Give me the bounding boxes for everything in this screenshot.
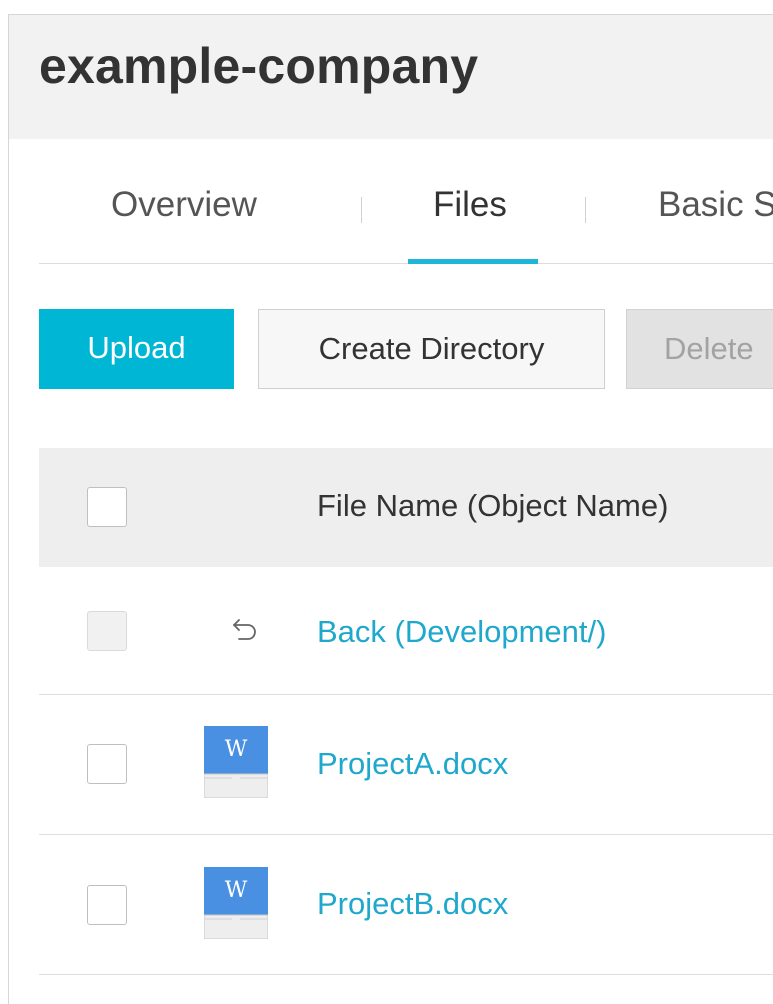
column-header-file-name: File Name (Object Name) — [317, 488, 669, 523]
tab-overview[interactable]: Overview — [111, 185, 257, 225]
table-row: W ProjectA.docx — [39, 694, 773, 835]
row-checkbox[interactable] — [87, 885, 127, 925]
back-arrow-icon — [233, 619, 256, 640]
table-header: File Name (Object Name) — [39, 448, 773, 567]
table-row: W ProjectB.docx — [39, 834, 773, 975]
active-tab-indicator — [408, 259, 538, 264]
word-document-icon: W — [204, 867, 268, 939]
tab-files[interactable]: Files — [433, 185, 507, 225]
word-document-icon: W — [204, 726, 268, 798]
page-title: example-company — [39, 38, 479, 94]
tab-divider — [585, 197, 586, 223]
tab-divider — [361, 197, 362, 223]
back-link[interactable]: Back (Development/) — [317, 614, 606, 650]
file-link[interactable]: ProjectB.docx — [317, 886, 508, 922]
row-checkbox[interactable] — [87, 744, 127, 784]
upload-button[interactable]: Upload — [39, 309, 234, 389]
file-link[interactable]: ProjectA.docx — [317, 746, 508, 782]
create-directory-button[interactable]: Create Directory — [258, 309, 605, 389]
tab-basic-settings[interactable]: Basic S — [658, 185, 773, 225]
file-manager-panel: example-company Overview Files Basic S U… — [8, 14, 773, 1004]
select-all-checkbox[interactable] — [87, 487, 127, 527]
delete-button: Delete — [626, 309, 773, 389]
svg-text:W: W — [225, 878, 248, 903]
title-bar: example-company — [9, 15, 773, 139]
tab-bar: Overview Files Basic S — [39, 139, 773, 264]
svg-text:W: W — [225, 737, 248, 762]
table-row-back: Back (Development/) — [39, 567, 773, 695]
row-checkbox — [87, 611, 127, 651]
